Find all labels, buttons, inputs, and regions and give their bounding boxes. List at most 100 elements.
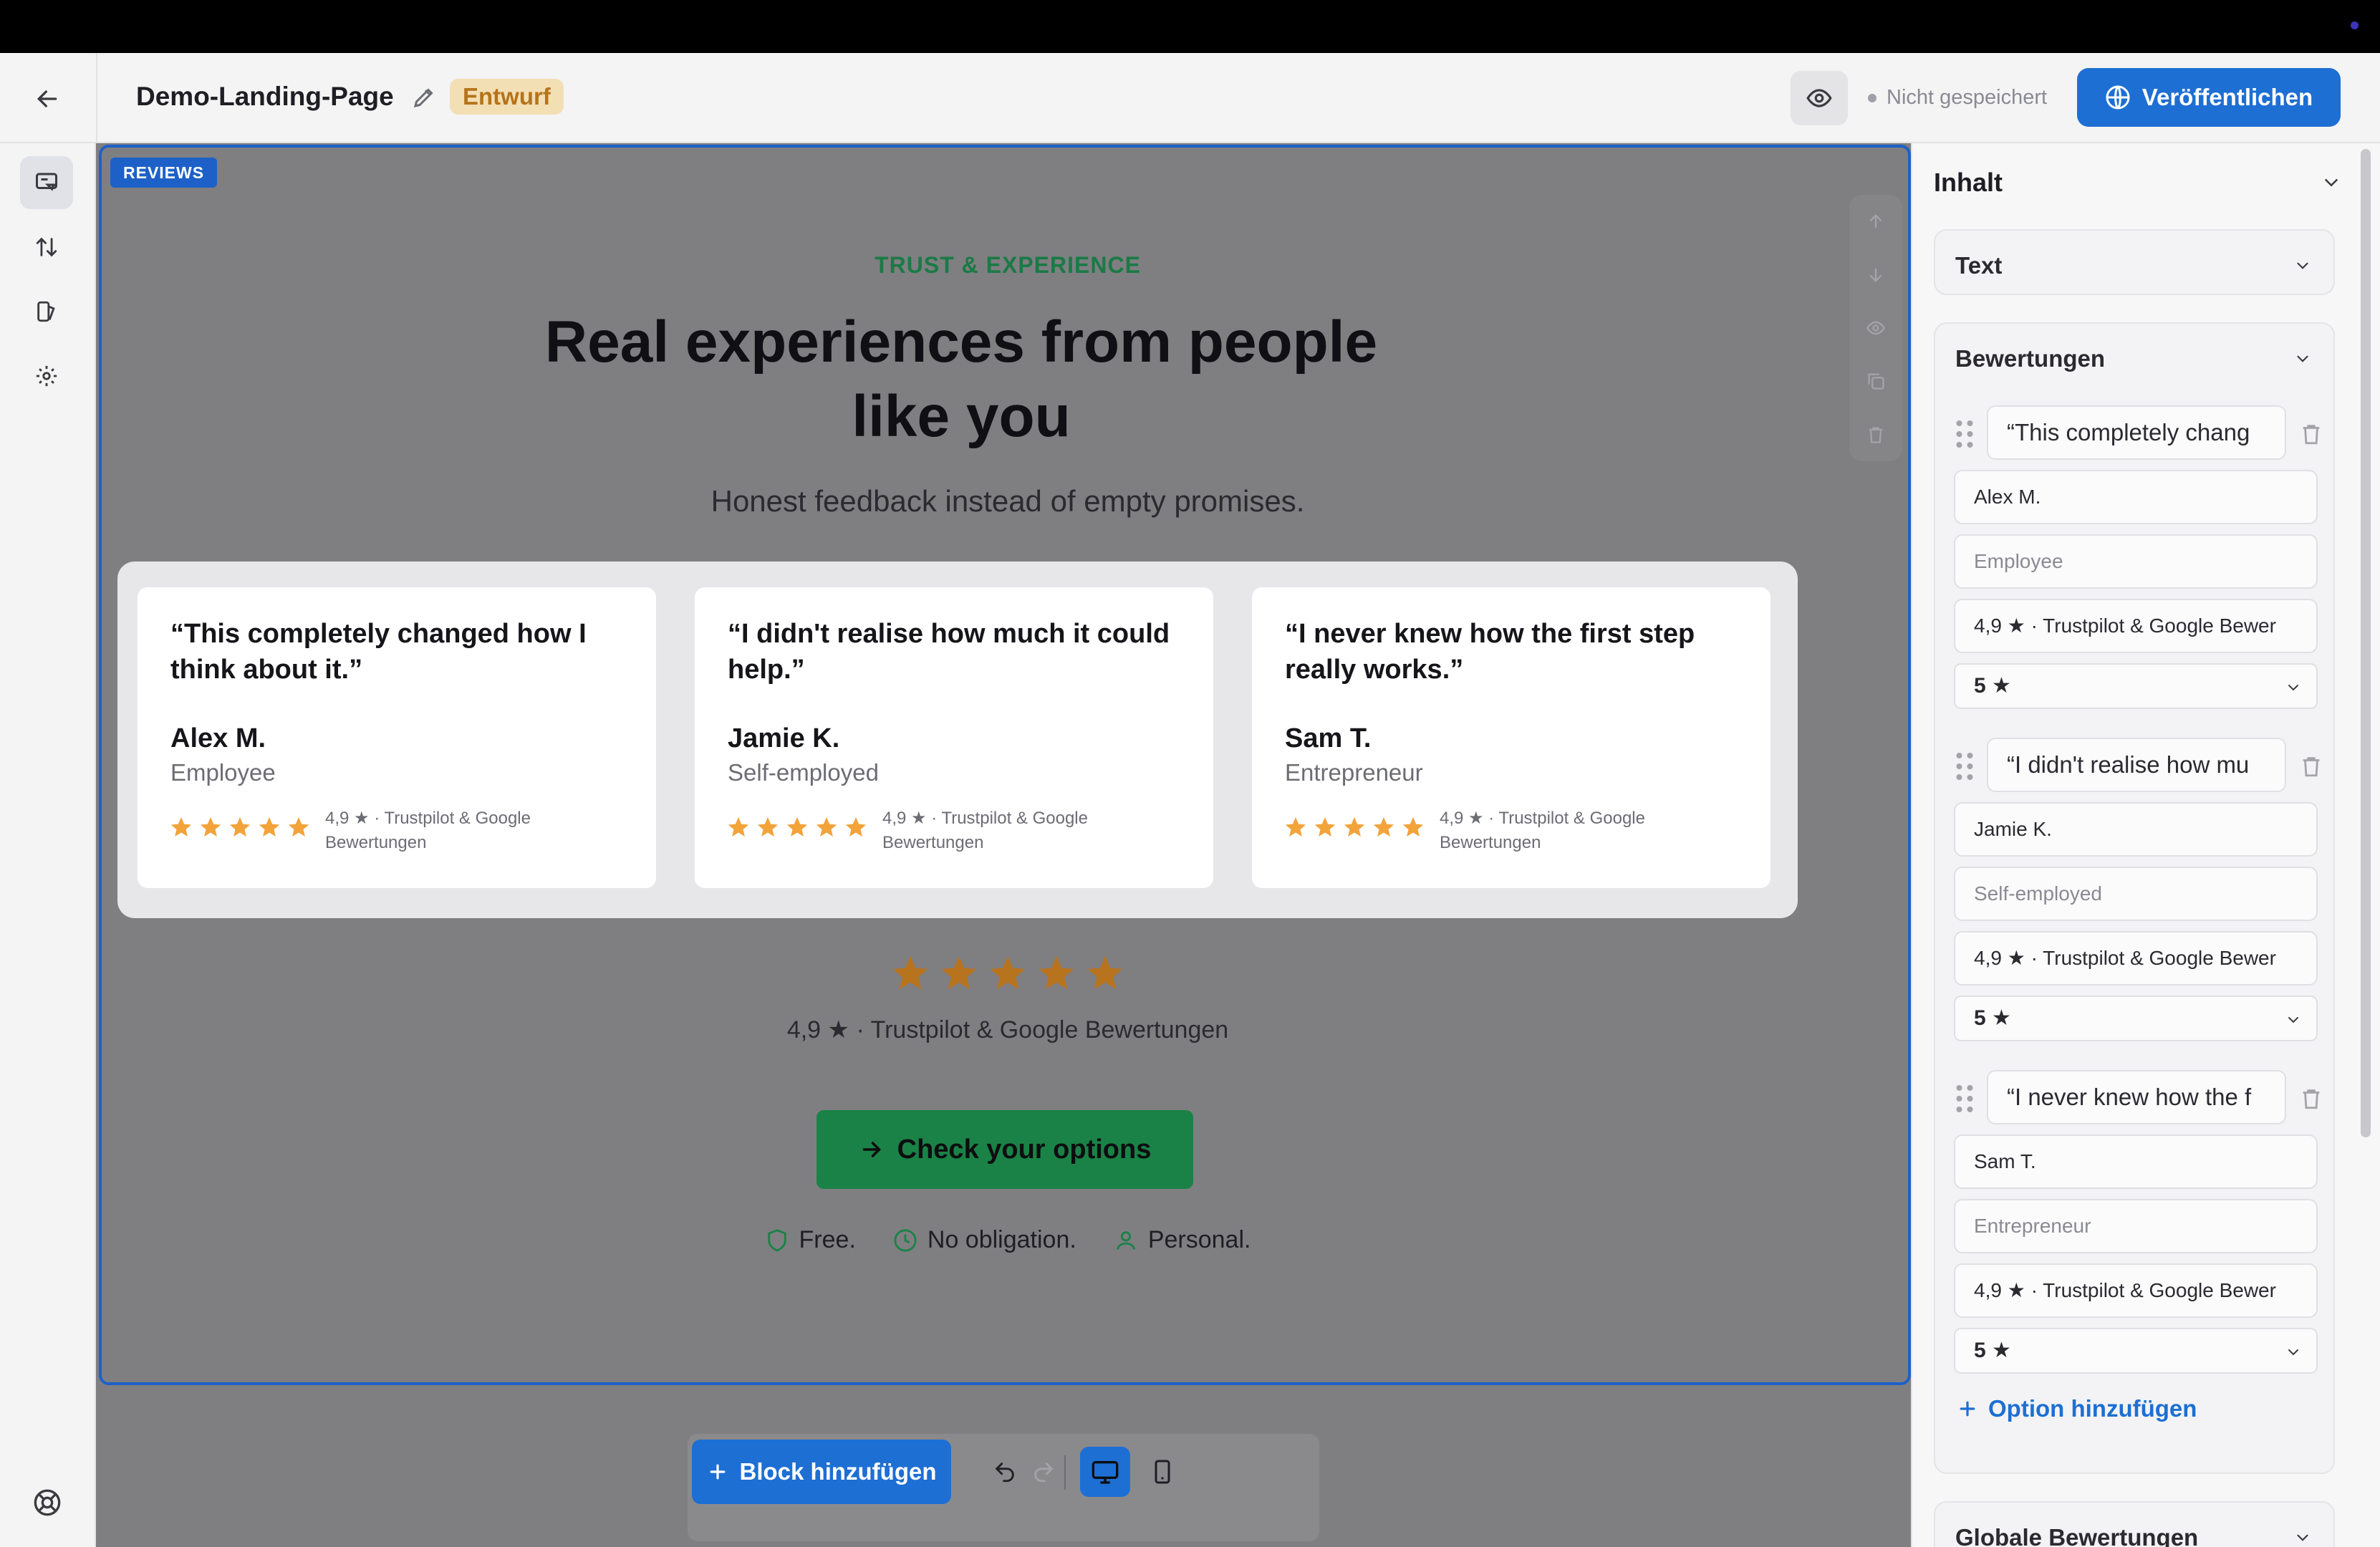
review-stars-select[interactable]: 5 ★ [1954,996,2318,1041]
text-accordion[interactable]: Text [1934,229,2335,295]
sort-arrows-icon [36,237,57,257]
reviews-cards[interactable]: “This completely changed how I think abo… [117,562,1798,918]
trash-icon[interactable] [1866,425,1886,445]
section-subline: Honest feedback instead of empty promise… [710,484,1305,518]
panel-scrollbar[interactable] [2361,149,2371,1137]
review-quote-input[interactable]: “I didn't realise how mu [1987,738,2286,792]
review-rating-input[interactable]: 4,9 ★ · Trustpilot & Google Bewer [1954,931,2318,985]
reviews-section[interactable]: REVIEWS TRUST & EXPERIENCE Real experien… [99,145,1911,1385]
select-value: 5 ★ [1974,674,2011,698]
review-quote: “I never knew how the first step really … [1285,619,1695,685]
star-icon [1402,816,1424,837]
star-icon [1039,955,1074,990]
save-status-text: Nicht gespeichert [1887,86,2048,109]
arrow-right-icon [862,1142,881,1157]
rail-settings-button[interactable] [20,350,73,403]
rail-reorder-button[interactable] [20,221,73,274]
palette-icon [37,301,55,322]
review-name-input[interactable]: Sam T. [1954,1134,2318,1189]
cta-button[interactable]: Check your options [816,1110,1193,1189]
add-block-label: Block hinzufügen [739,1458,937,1485]
review-role-input[interactable]: Self-employed [1954,867,2318,921]
star-icon [1373,816,1394,837]
panel-title: Inhalt [1934,168,2003,197]
review-card: “This completely changed how I think abo… [138,587,656,888]
duplicate-icon[interactable] [1866,371,1886,391]
star-icon [259,816,280,837]
trash-icon[interactable] [2299,420,2323,448]
star-icon [728,816,749,837]
rail-blocks-button[interactable] [20,156,73,209]
pencil-icon[interactable] [411,85,437,110]
publish-label: Veröffentlichen [2141,84,2313,110]
redo-button[interactable] [1018,1447,1069,1497]
layout-icon [36,173,57,191]
move-down-icon[interactable] [1866,265,1886,285]
editor-canvas: REVIEWS TRUST & EXPERIENCE Real experien… [96,143,1911,1547]
rail-theme-button[interactable] [20,285,73,338]
review-role-input[interactable]: Entrepreneur [1954,1199,2318,1253]
review-quote-input[interactable]: “This completely chang [1987,405,2286,460]
accordion-title[interactable]: Bewertungen [1955,345,2105,372]
star-icon [1314,816,1336,837]
trash-icon[interactable] [2299,752,2323,781]
plus-icon [710,1464,725,1480]
star-icon [990,955,1026,990]
eye-icon [1806,89,1832,107]
eye-icon[interactable] [1866,318,1886,338]
desktop-view-button[interactable] [1080,1447,1130,1497]
save-status: Nicht gespeichert [1868,86,2047,110]
review-rating: 4,9 ★ · Trustpilot & Google Bewertungen [325,809,531,852]
select-value: 5 ★ [1974,1006,2011,1030]
chevron-down-icon[interactable] [2293,350,2312,368]
move-up-icon[interactable] [1866,211,1886,231]
review-name-input[interactable]: Jamie K. [1954,802,2318,857]
review-quote-input[interactable]: “I never knew how the f [1987,1070,2286,1124]
review-stars-select[interactable]: 5 ★ [1954,663,2318,709]
review-stars-select[interactable]: 5 ★ [1954,1328,2318,1374]
chevron-down-icon [2288,1017,2298,1023]
lifebuoy-icon [34,1489,61,1516]
add-block-button[interactable]: Block hinzufügen [692,1440,951,1504]
star-icon [941,955,977,990]
drag-handle-icon[interactable] [1955,420,1974,448]
chevron-down-icon[interactable] [2321,172,2342,193]
left-rail [0,143,96,1547]
benefit-label: Free. [799,1226,856,1253]
star-icon [845,816,867,837]
chevron-down-icon [2297,262,2308,269]
review-card: “I didn't realise how much it could help… [695,587,1213,888]
drag-handle-icon[interactable] [1955,1084,1974,1113]
back-button[interactable] [29,80,66,117]
accordion-title: Text [1955,252,2003,279]
review-rating-input[interactable]: 4,9 ★ · Trustpilot & Google Bewer [1954,1263,2318,1318]
globe-icon [2106,85,2130,110]
publish-button[interactable]: Veröffentlichen [2077,68,2341,127]
review-name: Sam T. [1285,723,1372,753]
section-type-tag: REVIEWS [110,158,218,188]
status-dot [2351,21,2359,29]
status-badge: Entwurf [450,79,564,115]
star-icon [892,955,928,990]
trash-icon[interactable] [2299,1084,2323,1113]
reviews-accordion: Bewertungen “This completely chang Alex … [1934,322,2335,1474]
add-option-button[interactable]: Option hinzufügen [1957,1395,2197,1422]
preview-button[interactable] [1791,71,1848,125]
review-rating-input[interactable]: 4,9 ★ · Trustpilot & Google Bewer [1954,599,2318,653]
review-role-input[interactable]: Employee [1954,534,2318,589]
review-name-input[interactable]: Alex M. [1954,470,2318,524]
help-button[interactable] [27,1483,67,1523]
app-header: Demo-Landing-Page Entwurf Nicht gespeich… [0,53,2380,143]
drag-handle-icon[interactable] [1955,752,1974,781]
star-icon [786,816,808,837]
clock-icon [894,1228,917,1252]
review-role: Entrepreneur [1285,759,1423,786]
star-icon [816,816,837,837]
benefit-label: No obligation. [927,1226,1076,1253]
review-rating: 4,9 ★ · Trustpilot & Google Bewertungen [882,809,1088,852]
add-option-label: Option hinzufügen [1988,1395,2197,1422]
global-reviews-accordion[interactable]: Globale Bewertungen [1934,1501,2335,1547]
mobile-view-button[interactable] [1137,1447,1187,1497]
benefit-item: Free. [765,1226,856,1254]
review-name: Alex M. [170,723,266,753]
